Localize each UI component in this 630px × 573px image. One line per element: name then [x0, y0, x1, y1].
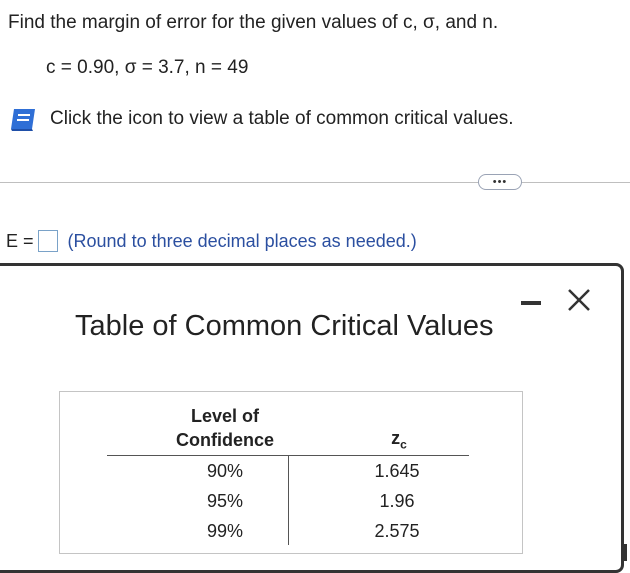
answer-input[interactable]: [37, 230, 58, 252]
given-values: c = 0.90, σ = 3.7, n = 49: [46, 57, 249, 78]
header-z-sub: c: [400, 437, 407, 452]
header-confidence: Level of Confidence: [175, 406, 274, 450]
answer-row: E = (Round to three decimal places as ne…: [6, 230, 417, 252]
critical-values-hint: Click the icon to view a table of common…: [8, 106, 514, 132]
row-3-z: 2.575: [374, 521, 420, 541]
dialog-title: Table of Common Critical Values: [75, 310, 494, 342]
row-1-confidence: 90%: [206, 461, 244, 481]
scrollbar[interactable]: [621, 544, 627, 561]
question-text: Find the margin of error for the given v…: [8, 12, 499, 33]
close-icon[interactable]: [565, 286, 593, 314]
row-2-confidence: 95%: [206, 491, 244, 511]
critical-values-table: Level of Confidence zc 90% 1.645 95% 1.9…: [59, 391, 523, 554]
critical-values-dialog: Table of Common Critical Values Level of…: [0, 263, 624, 573]
row-1-z: 1.645: [374, 461, 420, 481]
answer-label: E =: [6, 230, 34, 251]
header-z-main: z: [391, 428, 401, 448]
expand-button[interactable]: •••: [478, 174, 522, 190]
table-column-rule: [288, 455, 289, 545]
book-icon[interactable]: [8, 106, 38, 132]
hint-text: Click the icon to view a table of common…: [50, 108, 514, 129]
minimize-button[interactable]: [521, 301, 541, 305]
rounding-note: (Round to three decimal places as needed…: [67, 230, 417, 251]
row-2-z: 1.96: [379, 491, 415, 511]
header-z: zc: [369, 428, 429, 452]
section-divider: [0, 182, 630, 183]
row-3-confidence: 99%: [206, 521, 244, 541]
